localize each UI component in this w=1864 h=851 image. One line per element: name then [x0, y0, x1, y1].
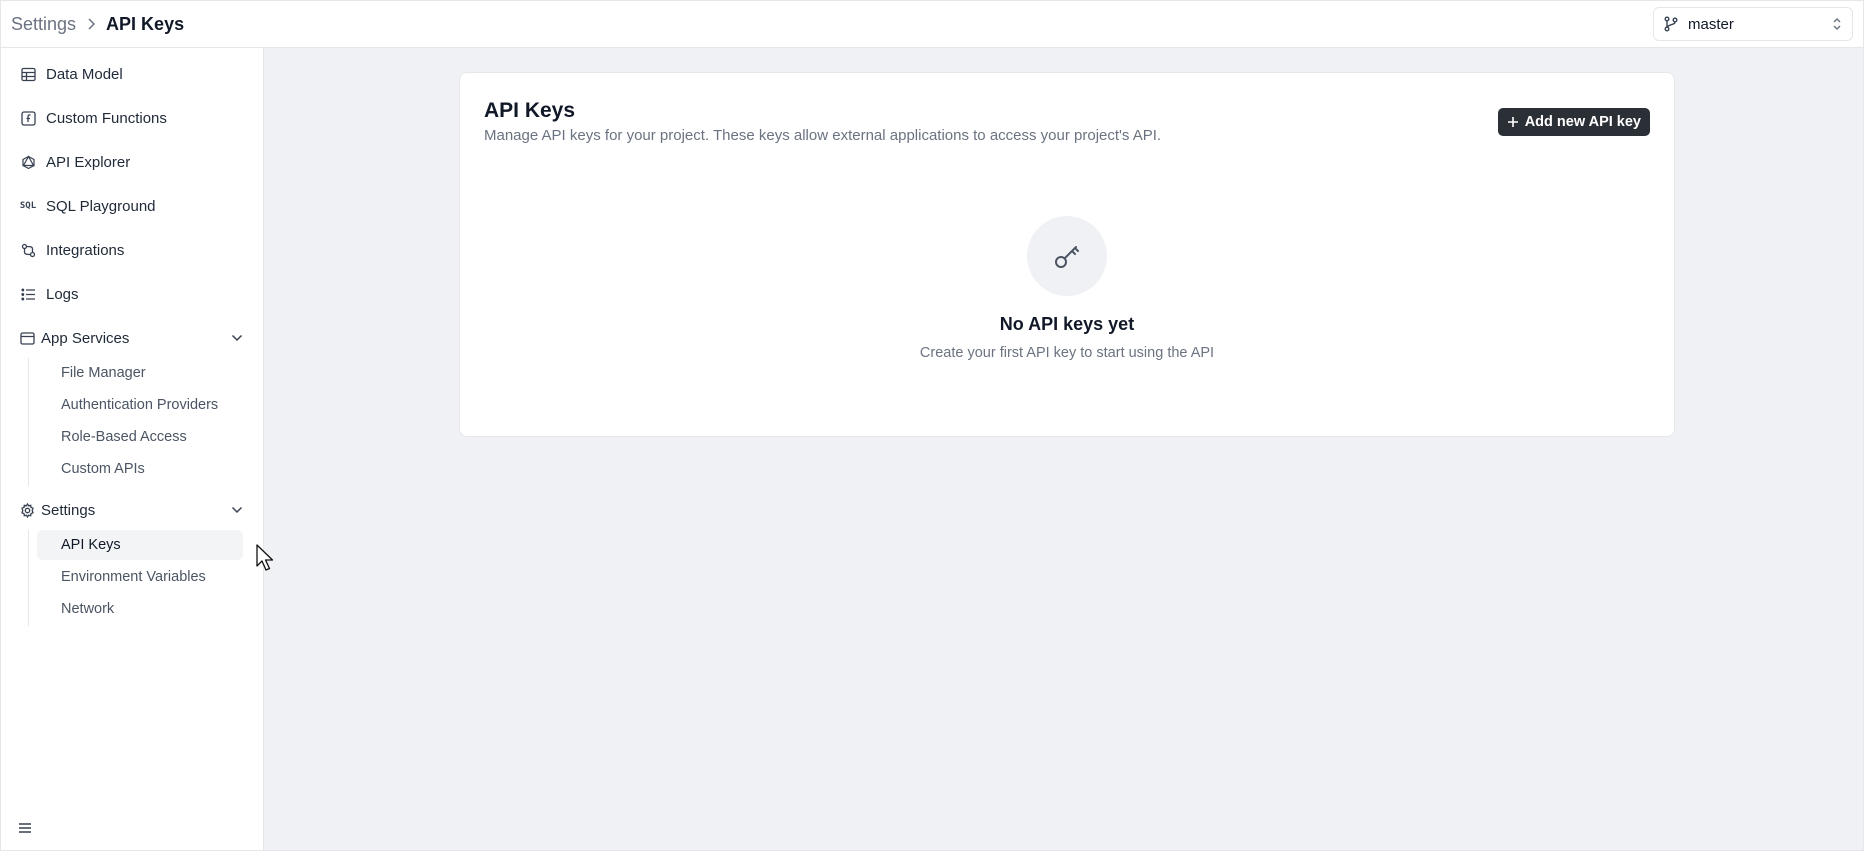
sidebar-item-authentication-providers[interactable]: Authentication Providers — [37, 390, 243, 420]
sidebar: Data Model Custom Functions API Explorer… — [1, 48, 264, 850]
top-bar: Settings API Keys master — [1, 1, 1863, 48]
page-description: Manage API keys for your project. These … — [484, 127, 1162, 144]
sidebar-item-label: Custom Functions — [46, 109, 167, 127]
app-window-icon — [20, 331, 35, 346]
chevron-down-icon[interactable] — [231, 334, 243, 342]
sidebar-item-sql-playground[interactable]: SQL SQL Playground — [1, 189, 263, 223]
breadcrumb-settings-link[interactable]: Settings — [11, 14, 76, 35]
sidebar-item-label: Logs — [46, 285, 79, 303]
empty-state-title: No API keys yet — [999, 314, 1135, 334]
table-icon — [20, 66, 36, 82]
list-icon — [20, 286, 36, 302]
sql-icon: SQL — [19, 201, 37, 211]
chevron-right-icon — [86, 18, 96, 30]
sidebar-item-file-manager[interactable]: File Manager — [37, 358, 243, 388]
plus-icon — [1507, 116, 1519, 128]
add-api-key-button[interactable]: Add new API key — [1497, 108, 1650, 136]
chevron-down-icon[interactable] — [231, 506, 243, 514]
settings-submenu: API Keys Environment Variables Network — [28, 530, 243, 626]
sidebar-item-label: SQL Playground — [46, 197, 156, 215]
function-icon — [20, 110, 36, 126]
sidebar-item-custom-apis[interactable]: Custom APIs — [37, 454, 243, 484]
app-window: Settings API Keys master Data Model Cust… — [0, 0, 1864, 851]
empty-state: No API keys yet Create your first API ke… — [460, 216, 1674, 361]
key-icon — [1027, 216, 1107, 296]
sidebar-item-api-explorer[interactable]: API Explorer — [1, 145, 263, 179]
sidebar-group-label: Settings — [41, 501, 96, 519]
gear-icon — [20, 502, 35, 518]
branch-name: master — [1688, 15, 1734, 33]
sidebar-item-api-keys[interactable]: API Keys — [37, 530, 243, 560]
sidebar-item-integrations[interactable]: Integrations — [1, 233, 263, 267]
git-branch-icon — [1664, 16, 1678, 32]
sidebar-group-label: App Services — [41, 329, 130, 347]
sidebar-item-data-model[interactable]: Data Model — [1, 57, 263, 91]
app-services-submenu: File Manager Authentication Providers Ro… — [28, 358, 243, 486]
sidebar-group-settings[interactable]: Settings — [1, 493, 263, 527]
sidebar-item-logs[interactable]: Logs — [1, 277, 263, 311]
sidebar-item-label: Data Model — [46, 65, 123, 83]
graphql-icon — [20, 154, 36, 170]
sidebar-item-label: API Explorer — [46, 153, 131, 171]
breadcrumb-current: API Keys — [106, 13, 185, 34]
page-title: API Keys — [484, 99, 576, 122]
empty-state-subtitle: Create your first API key to start using… — [919, 345, 1215, 361]
main-content: API Keys Manage API keys for your projec… — [264, 48, 1863, 850]
sidebar-item-custom-functions[interactable]: Custom Functions — [1, 101, 263, 135]
menu-icon[interactable] — [17, 820, 35, 838]
chevron-up-down-icon — [1832, 17, 1842, 31]
sidebar-group-app-services[interactable]: App Services — [1, 321, 263, 355]
breadcrumb: Settings API Keys — [11, 14, 184, 35]
integrations-icon — [20, 242, 36, 258]
sidebar-item-label: Integrations — [46, 241, 125, 259]
sidebar-item-role-based-access[interactable]: Role-Based Access — [37, 422, 243, 452]
branch-selector[interactable]: master — [1653, 7, 1853, 41]
add-api-key-label: Add new API key — [1524, 114, 1641, 130]
sidebar-item-environment-variables[interactable]: Environment Variables — [37, 562, 243, 592]
api-keys-card: API Keys Manage API keys for your projec… — [459, 72, 1675, 437]
sidebar-item-network[interactable]: Network — [37, 594, 243, 624]
